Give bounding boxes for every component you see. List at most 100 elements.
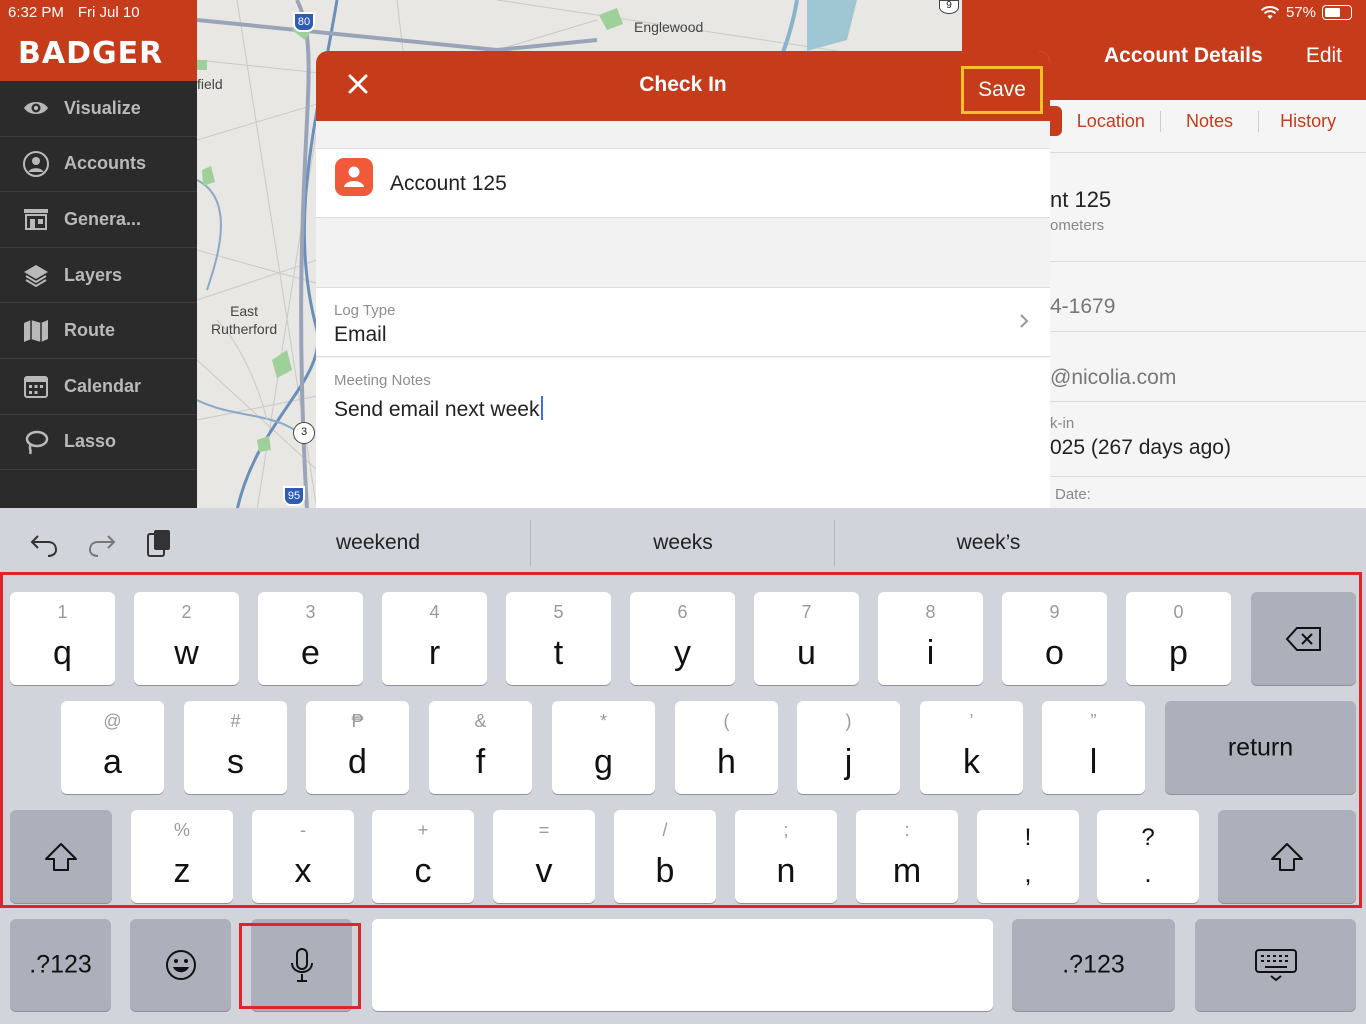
sidebar-item-calendar[interactable]: Calendar	[0, 359, 197, 415]
tab-notes[interactable]: Notes	[1159, 110, 1259, 132]
key-alt-char: ;	[783, 820, 789, 840]
panel-phone: 4-1679	[1050, 295, 1116, 318]
key-u[interactable]: 7u	[754, 592, 859, 685]
shift-key-right[interactable]	[1218, 810, 1356, 903]
dictation-key[interactable]	[251, 919, 352, 1011]
key-r[interactable]: 4r	[382, 592, 487, 685]
key-i[interactable]: 8i	[878, 592, 983, 685]
tab-history[interactable]: History	[1258, 110, 1357, 132]
sidebar-item-visualize[interactable]: Visualize	[0, 81, 197, 137]
meeting-notes-input[interactable]: Send email next week	[334, 396, 544, 422]
key-q[interactable]: 1q	[10, 592, 115, 685]
account-person-icon	[335, 158, 373, 196]
map-label-east-rutherford: East Rutherford	[211, 303, 278, 337]
key-e[interactable]: 3e	[258, 592, 363, 685]
panel-account-name: nt 125	[1050, 187, 1112, 212]
key-n[interactable]: ; n	[735, 810, 837, 903]
sidebar-item-route[interactable]: Route	[0, 303, 197, 359]
backspace-key[interactable]	[1251, 592, 1356, 685]
key-char: e	[301, 634, 320, 672]
key-char: s	[227, 743, 244, 781]
key-f[interactable]: & f	[429, 701, 532, 794]
key-char: j	[844, 743, 853, 781]
shift-key-left[interactable]	[10, 810, 112, 903]
key-alt-char: -	[300, 820, 306, 840]
status-date: Fri Jul 10	[77, 4, 140, 21]
log-type-row[interactable]: Log Type Email	[316, 287, 1050, 357]
sidebar-item-label: Layers	[64, 264, 123, 285]
suggestion-weekend[interactable]: weekend	[228, 531, 528, 555]
emoji-key[interactable]	[130, 919, 231, 1011]
key-alt-char: 7	[801, 602, 812, 622]
sidebar: BADGER Visualize Accounts Genera... Laye…	[0, 0, 197, 510]
key-h[interactable]: (h	[675, 701, 778, 794]
undo-icon[interactable]	[28, 528, 60, 558]
key-s[interactable]: # s	[184, 701, 287, 794]
status-bar-right: 57%	[1260, 4, 1352, 21]
key-d[interactable]: ₱ d	[306, 701, 409, 794]
key-alt-char: 6	[677, 602, 688, 622]
space-key[interactable]	[372, 919, 993, 1011]
numbers-key-right[interactable]: .?123	[1012, 919, 1175, 1011]
key-v[interactable]: = v	[493, 810, 595, 903]
return-key[interactable]: return	[1165, 701, 1356, 794]
key-p[interactable]: 0p	[1126, 592, 1231, 685]
shield-number: 3	[300, 426, 308, 438]
key-l[interactable]: ” l	[1042, 701, 1145, 794]
key-alt-char: /	[662, 820, 668, 840]
key-k[interactable]: ’ k	[920, 701, 1023, 794]
key-j[interactable]: ) j	[797, 701, 900, 794]
key-o[interactable]: 9o	[1002, 592, 1107, 685]
save-button[interactable]: Save	[961, 66, 1043, 114]
account-row[interactable]: Account 125	[316, 148, 1050, 218]
edit-button[interactable]: Edit	[1306, 44, 1342, 68]
redo-icon[interactable]	[86, 528, 118, 558]
key-y[interactable]: 6y	[630, 592, 735, 685]
suggestion-weeks[interactable]: weeks	[532, 531, 834, 555]
sidebar-item-label: Visualize	[64, 97, 141, 118]
key-char: t	[553, 634, 564, 672]
status-bar-left: 6:32 PM Fri Jul 10	[8, 4, 140, 21]
key-alt-char: 4	[429, 602, 440, 622]
key-x[interactable]: -x	[252, 810, 354, 903]
key-t[interactable]: 5t	[506, 592, 611, 685]
meeting-notes-field[interactable]: Meeting Notes Send email next week	[316, 358, 1050, 521]
key-w[interactable]: 2w	[134, 592, 239, 685]
sidebar-item-accounts[interactable]: Accounts	[0, 137, 197, 193]
suggestion-weeks-possessive[interactable]: week’s	[836, 531, 1141, 555]
panel-tabs: Location Notes History	[1062, 104, 1357, 138]
numbers-key-left[interactable]: .?123	[10, 919, 111, 1011]
key-alt-char: (	[723, 711, 730, 731]
key-char: d	[348, 743, 367, 781]
key-char: r	[428, 634, 441, 672]
key-char: i	[926, 634, 935, 672]
clipboard-paste-icon[interactable]	[142, 528, 174, 558]
sidebar-item-label: Genera...	[64, 208, 142, 229]
check-in-modal: Check In Save Account 125 Log Type Email…	[316, 51, 1050, 521]
key-char: v	[535, 852, 553, 890]
tab-location[interactable]: Location	[1062, 111, 1160, 132]
text-cursor	[541, 396, 544, 420]
sidebar-item-layers[interactable]: Layers	[0, 248, 197, 304]
key-b[interactable]: / b	[614, 810, 716, 903]
sidebar-item-lasso[interactable]: Lasso	[0, 415, 197, 471]
key-question-period[interactable]: ?.	[1097, 810, 1199, 903]
return-label: return	[1227, 733, 1294, 761]
key-m[interactable]: :m	[856, 810, 958, 903]
key-exclamation-comma[interactable]: !,	[977, 810, 1079, 903]
key-c[interactable]: + c	[372, 810, 474, 903]
sidebar-item-general[interactable]: Genera...	[0, 192, 197, 248]
sidebar-item-label: Calendar	[64, 375, 142, 396]
key-z[interactable]: % z	[131, 810, 233, 903]
meeting-notes-text: Send email next week	[334, 398, 540, 421]
key-char: p	[1169, 634, 1188, 672]
key-g[interactable]: * g	[552, 701, 655, 794]
storefront-icon	[24, 209, 48, 231]
key-a[interactable]: @ a	[61, 701, 164, 794]
hide-keyboard-key[interactable]	[1195, 919, 1356, 1011]
key-char: a	[103, 743, 122, 781]
key-char: l	[1089, 743, 1098, 781]
sidebar-item-label: Route	[64, 320, 115, 341]
shield-number: 95	[287, 490, 301, 502]
key-alt-char: =	[538, 820, 550, 840]
